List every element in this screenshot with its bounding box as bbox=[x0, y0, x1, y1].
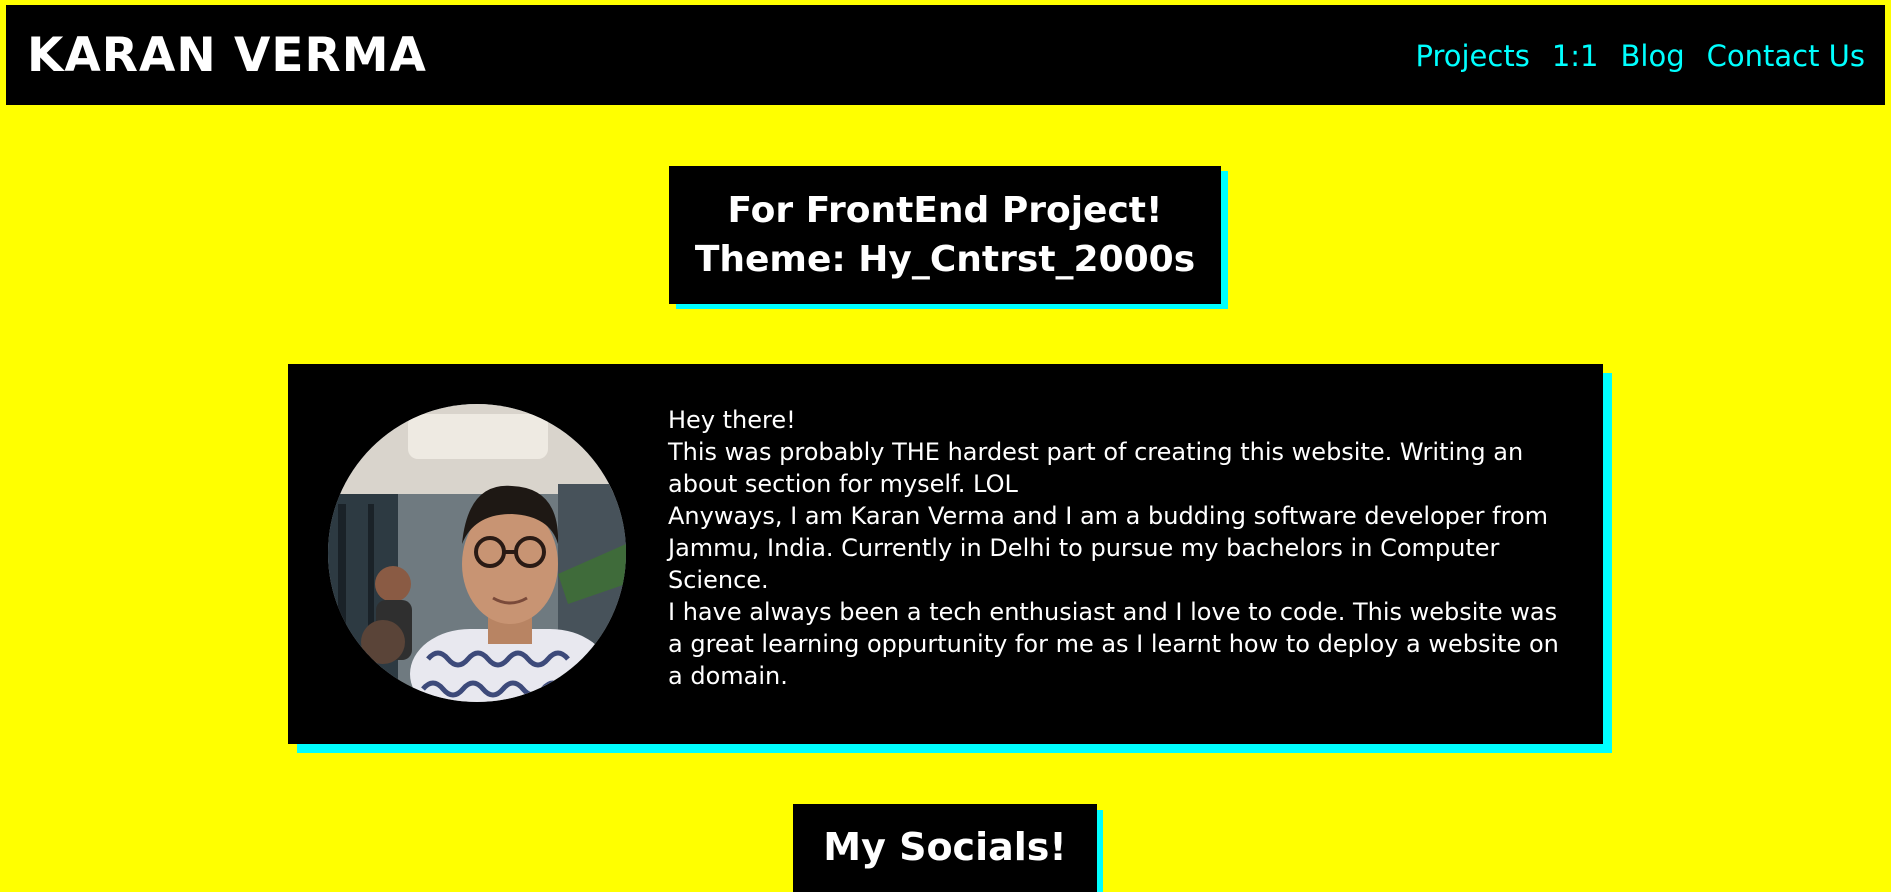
about-line-greeting: Hey there! bbox=[668, 406, 796, 434]
nav-link-contact-us[interactable]: Contact Us bbox=[1707, 37, 1865, 75]
nav-link-blog[interactable]: Blog bbox=[1621, 37, 1685, 75]
about-text: Hey there! This was probably THE hardest… bbox=[668, 404, 1568, 692]
top-navbar: KARAN VERMA Projects 1:1 Blog Contact Us bbox=[6, 5, 1885, 105]
main-nav: Projects 1:1 Blog Contact Us bbox=[1415, 37, 1865, 75]
project-title-banner: For FrontEnd Project! Theme: Hy_Cntrst_2… bbox=[669, 166, 1221, 304]
about-line-intro: Anyways, I am Karan Verma and I am a bud… bbox=[668, 502, 1549, 594]
about-section: Hey there! This was probably THE hardest… bbox=[288, 364, 1603, 744]
profile-photo-illustration bbox=[328, 404, 626, 702]
about-line-hardest-part: This was probably THE hardest part of cr… bbox=[668, 438, 1524, 498]
socials-heading-box: My Socials! bbox=[793, 804, 1097, 892]
about-line-enthusiast: I have always been a tech enthusiast and… bbox=[668, 598, 1559, 690]
site-brand[interactable]: KARAN VERMA bbox=[27, 29, 427, 83]
nav-link-one-on-one[interactable]: 1:1 bbox=[1552, 37, 1599, 75]
page: KARAN VERMA Projects 1:1 Blog Contact Us… bbox=[0, 0, 1891, 892]
profile-photo bbox=[328, 404, 626, 702]
nav-link-projects[interactable]: Projects bbox=[1415, 37, 1529, 75]
socials-heading: My Socials! bbox=[823, 825, 1067, 869]
banner-line-1: For FrontEnd Project! bbox=[727, 190, 1163, 231]
banner-line-2: Theme: Hy_Cntrst_2000s bbox=[694, 239, 1196, 280]
banner-text: For FrontEnd Project! Theme: Hy_Cntrst_2… bbox=[695, 186, 1195, 284]
